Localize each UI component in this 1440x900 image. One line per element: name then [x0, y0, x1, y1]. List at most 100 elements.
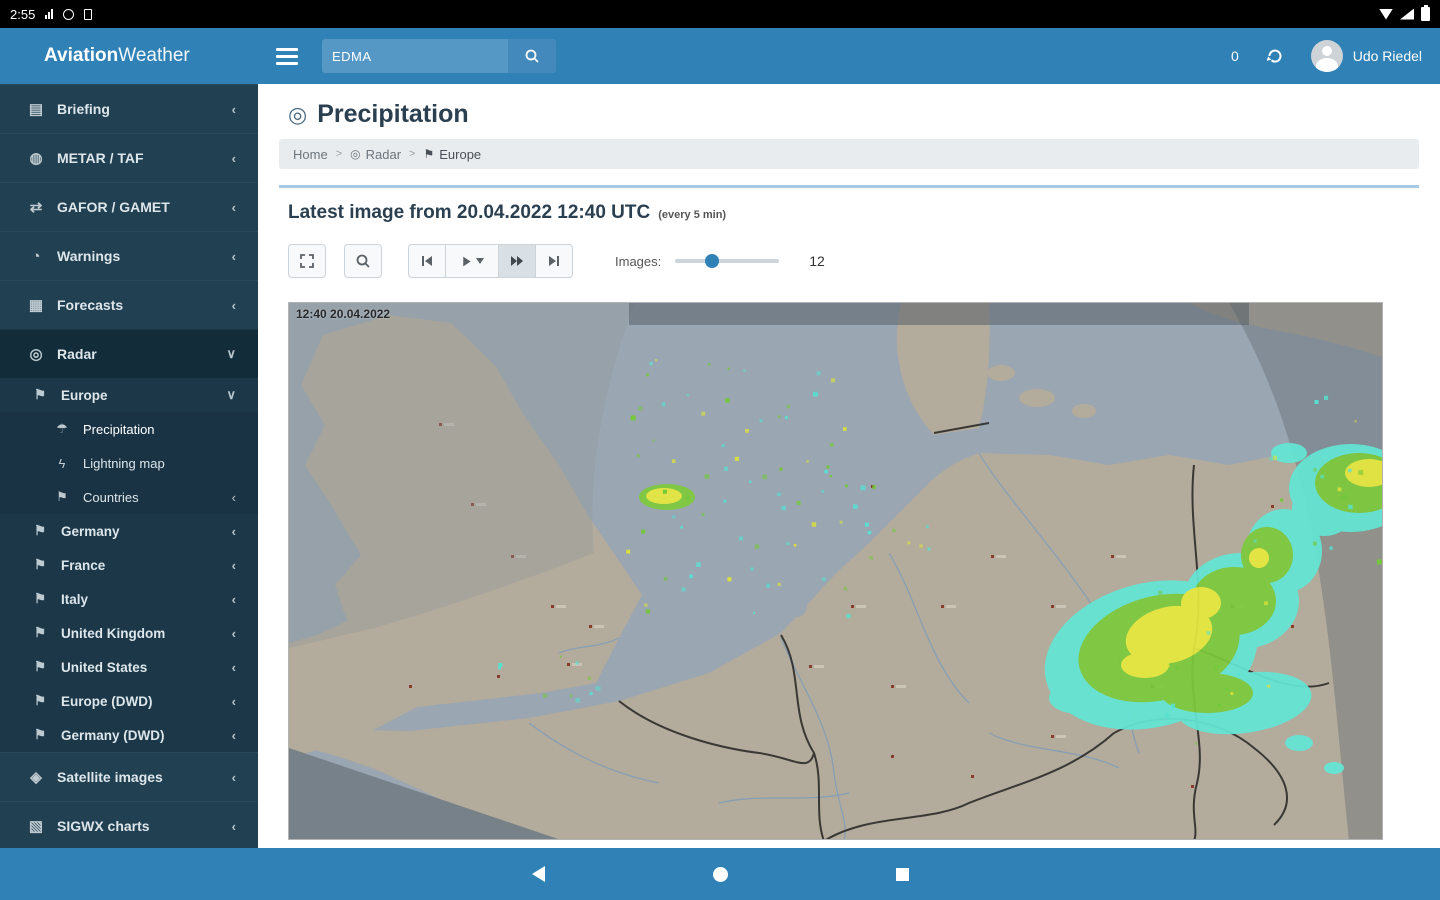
user-menu[interactable]: Udo Riedel	[1310, 40, 1422, 72]
sidebar-item-europe[interactable]: ⚑ Europe ∨	[0, 378, 258, 412]
latest-image-note: (every 5 min)	[658, 209, 727, 221]
play-icon	[463, 256, 471, 266]
magnifier-icon	[356, 254, 370, 268]
skip-start-icon	[422, 256, 432, 266]
flag-icon: ⚑	[33, 693, 47, 708]
animation-toolbar: Images: 12	[288, 244, 1440, 278]
sidebar-item-italy[interactable]: ⚑ Italy ‹	[0, 582, 258, 616]
caret-down-icon	[476, 258, 484, 264]
battery-icon	[1421, 5, 1430, 21]
sidebar-item-sigwx-charts[interactable]: ▧ SIGWX charts ‹	[0, 801, 258, 848]
wifi-icon	[1379, 8, 1393, 20]
sidebar-item-precipitation[interactable]: ☂ Precipitation	[0, 412, 258, 446]
images-label: Images:	[615, 253, 662, 269]
zoom-button[interactable]	[344, 244, 382, 278]
chevron-left-icon: ‹	[231, 727, 236, 743]
radar-icon: ◎	[29, 346, 43, 363]
sidebar-item-countries[interactable]: ⚑ Countries ‹	[0, 480, 258, 514]
brand-light: Weather	[118, 45, 190, 66]
chevron-left-icon: ‹	[231, 523, 236, 539]
search-input[interactable]	[322, 39, 508, 73]
signal-icon	[1400, 8, 1414, 20]
sidebar-item-warnings[interactable]: ◔ Warnings ‹	[0, 231, 258, 280]
section-divider	[279, 185, 1419, 188]
sidebar-item-europe-dwd[interactable]: ⚑ Europe (DWD) ‹	[0, 684, 258, 718]
gafor-icon: ⇄	[29, 199, 43, 216]
sidebar-item-france[interactable]: ⚑ France ‹	[0, 548, 258, 582]
page-title-icon: ◎	[288, 101, 308, 127]
sync-icon[interactable]	[1265, 46, 1285, 66]
flag-icon: ⚑	[33, 523, 47, 538]
flag-icon: ⚑	[56, 489, 68, 504]
android-status-bar: 2:55	[0, 0, 1440, 28]
chevron-left-icon: ‹	[231, 489, 236, 505]
sidebar-item-forecasts[interactable]: ▦ Forecasts ‹	[0, 280, 258, 329]
chevron-left-icon: ‹	[231, 769, 236, 785]
sidebar-item-satellite-images[interactable]: ◈ Satellite images ‹	[0, 752, 258, 801]
notification-count[interactable]: 0	[1231, 48, 1239, 64]
flag-icon: ⚑	[423, 147, 435, 161]
app-logo[interactable]: Aviation Weather	[0, 28, 258, 84]
avatar	[1310, 40, 1343, 72]
warnings-icon: ◔	[31, 247, 41, 265]
sidebar-item-gafor-gamet[interactable]: ⇄ GAFOR / GAMET ‹	[0, 182, 258, 231]
flag-icon: ⚑	[33, 625, 47, 640]
chevron-left-icon: ‹	[231, 818, 236, 834]
play-button[interactable]	[445, 244, 499, 278]
sidebar-item-germany-dwd[interactable]: ⚑ Germany (DWD) ‹	[0, 718, 258, 752]
sidebar: Aviation Weather ▤ Briefing ‹ ◍ METAR / T…	[0, 28, 258, 848]
sidebar-item-metar-taf[interactable]: ◍ METAR / TAF ‹	[0, 133, 258, 182]
satellite-icon: ◈	[30, 769, 42, 786]
breadcrumb-europe[interactable]: ⚑ Europe	[423, 147, 481, 162]
sidebar-item-germany[interactable]: ⚑ Germany ‹	[0, 514, 258, 548]
fullscreen-button[interactable]	[288, 244, 326, 278]
breadcrumb-separator: >	[335, 148, 343, 160]
metar-icon: ◍	[29, 150, 43, 167]
sidebar-item-united-states[interactable]: ⚑ United States ‹	[0, 650, 258, 684]
breadcrumb: Home > ◎ Radar > ⚑ Europe	[279, 139, 1419, 169]
chevron-left-icon: ‹	[231, 248, 236, 264]
screen: 2:55 Aviation Weather ▤ Briefing ‹ ◍ META…	[0, 0, 1440, 900]
brand-bold: Aviation	[44, 45, 119, 66]
chevron-left-icon: ‹	[231, 625, 236, 641]
slider-thumb[interactable]	[705, 254, 720, 268]
fullscreen-icon	[300, 254, 314, 268]
chevron-left-icon: ‹	[231, 150, 236, 166]
recents-button[interactable]	[895, 867, 909, 881]
fast-forward-button[interactable]	[498, 244, 536, 278]
user-name: Udo Riedel	[1352, 48, 1422, 64]
skip-start-button[interactable]	[408, 244, 446, 278]
back-button[interactable]	[531, 866, 545, 882]
chevron-down-icon: ∨	[226, 346, 236, 361]
chevron-left-icon: ‹	[231, 297, 236, 313]
flag-icon: ⚑	[33, 659, 47, 674]
radar-map-svg	[289, 303, 1382, 839]
chevron-left-icon: ‹	[231, 591, 236, 607]
chevron-left-icon: ‹	[231, 101, 236, 117]
breadcrumb-radar[interactable]: ◎ Radar	[350, 147, 401, 162]
map-timestamp: 12:40 20.04.2022	[296, 307, 391, 321]
android-nav-bar	[0, 848, 1440, 900]
home-button[interactable]	[712, 866, 728, 882]
breadcrumb-home[interactable]: Home	[293, 147, 328, 162]
radar-map-image[interactable]: 12:40 20.04.2022	[288, 302, 1383, 840]
chevron-down-icon: ∨	[226, 387, 236, 402]
chevron-left-icon: ‹	[231, 557, 236, 573]
skip-end-icon	[549, 256, 559, 266]
status-chart-icon	[45, 9, 54, 19]
sidebar-item-briefing[interactable]: ▤ Briefing ‹	[0, 84, 258, 133]
sidebar-item-radar[interactable]: ◎ Radar ∨	[0, 329, 258, 378]
radar-icon: ◎	[350, 147, 361, 161]
search-icon	[525, 49, 539, 63]
sidebar-item-lightning-map[interactable]: ϟ Lightning map	[0, 446, 258, 480]
status-time: 2:55	[10, 6, 36, 22]
flag-icon: ⚑	[33, 727, 47, 742]
images-slider[interactable]	[675, 254, 780, 268]
sidebar-item-united-kingdom[interactable]: ⚑ United Kingdom ‹	[0, 616, 258, 650]
menu-icon[interactable]	[276, 47, 298, 65]
slider-track[interactable]	[675, 259, 780, 263]
search-button[interactable]	[508, 39, 556, 73]
chevron-left-icon: ‹	[231, 199, 236, 215]
skip-end-button[interactable]	[535, 244, 573, 278]
chart-icon: ▧	[28, 818, 44, 835]
